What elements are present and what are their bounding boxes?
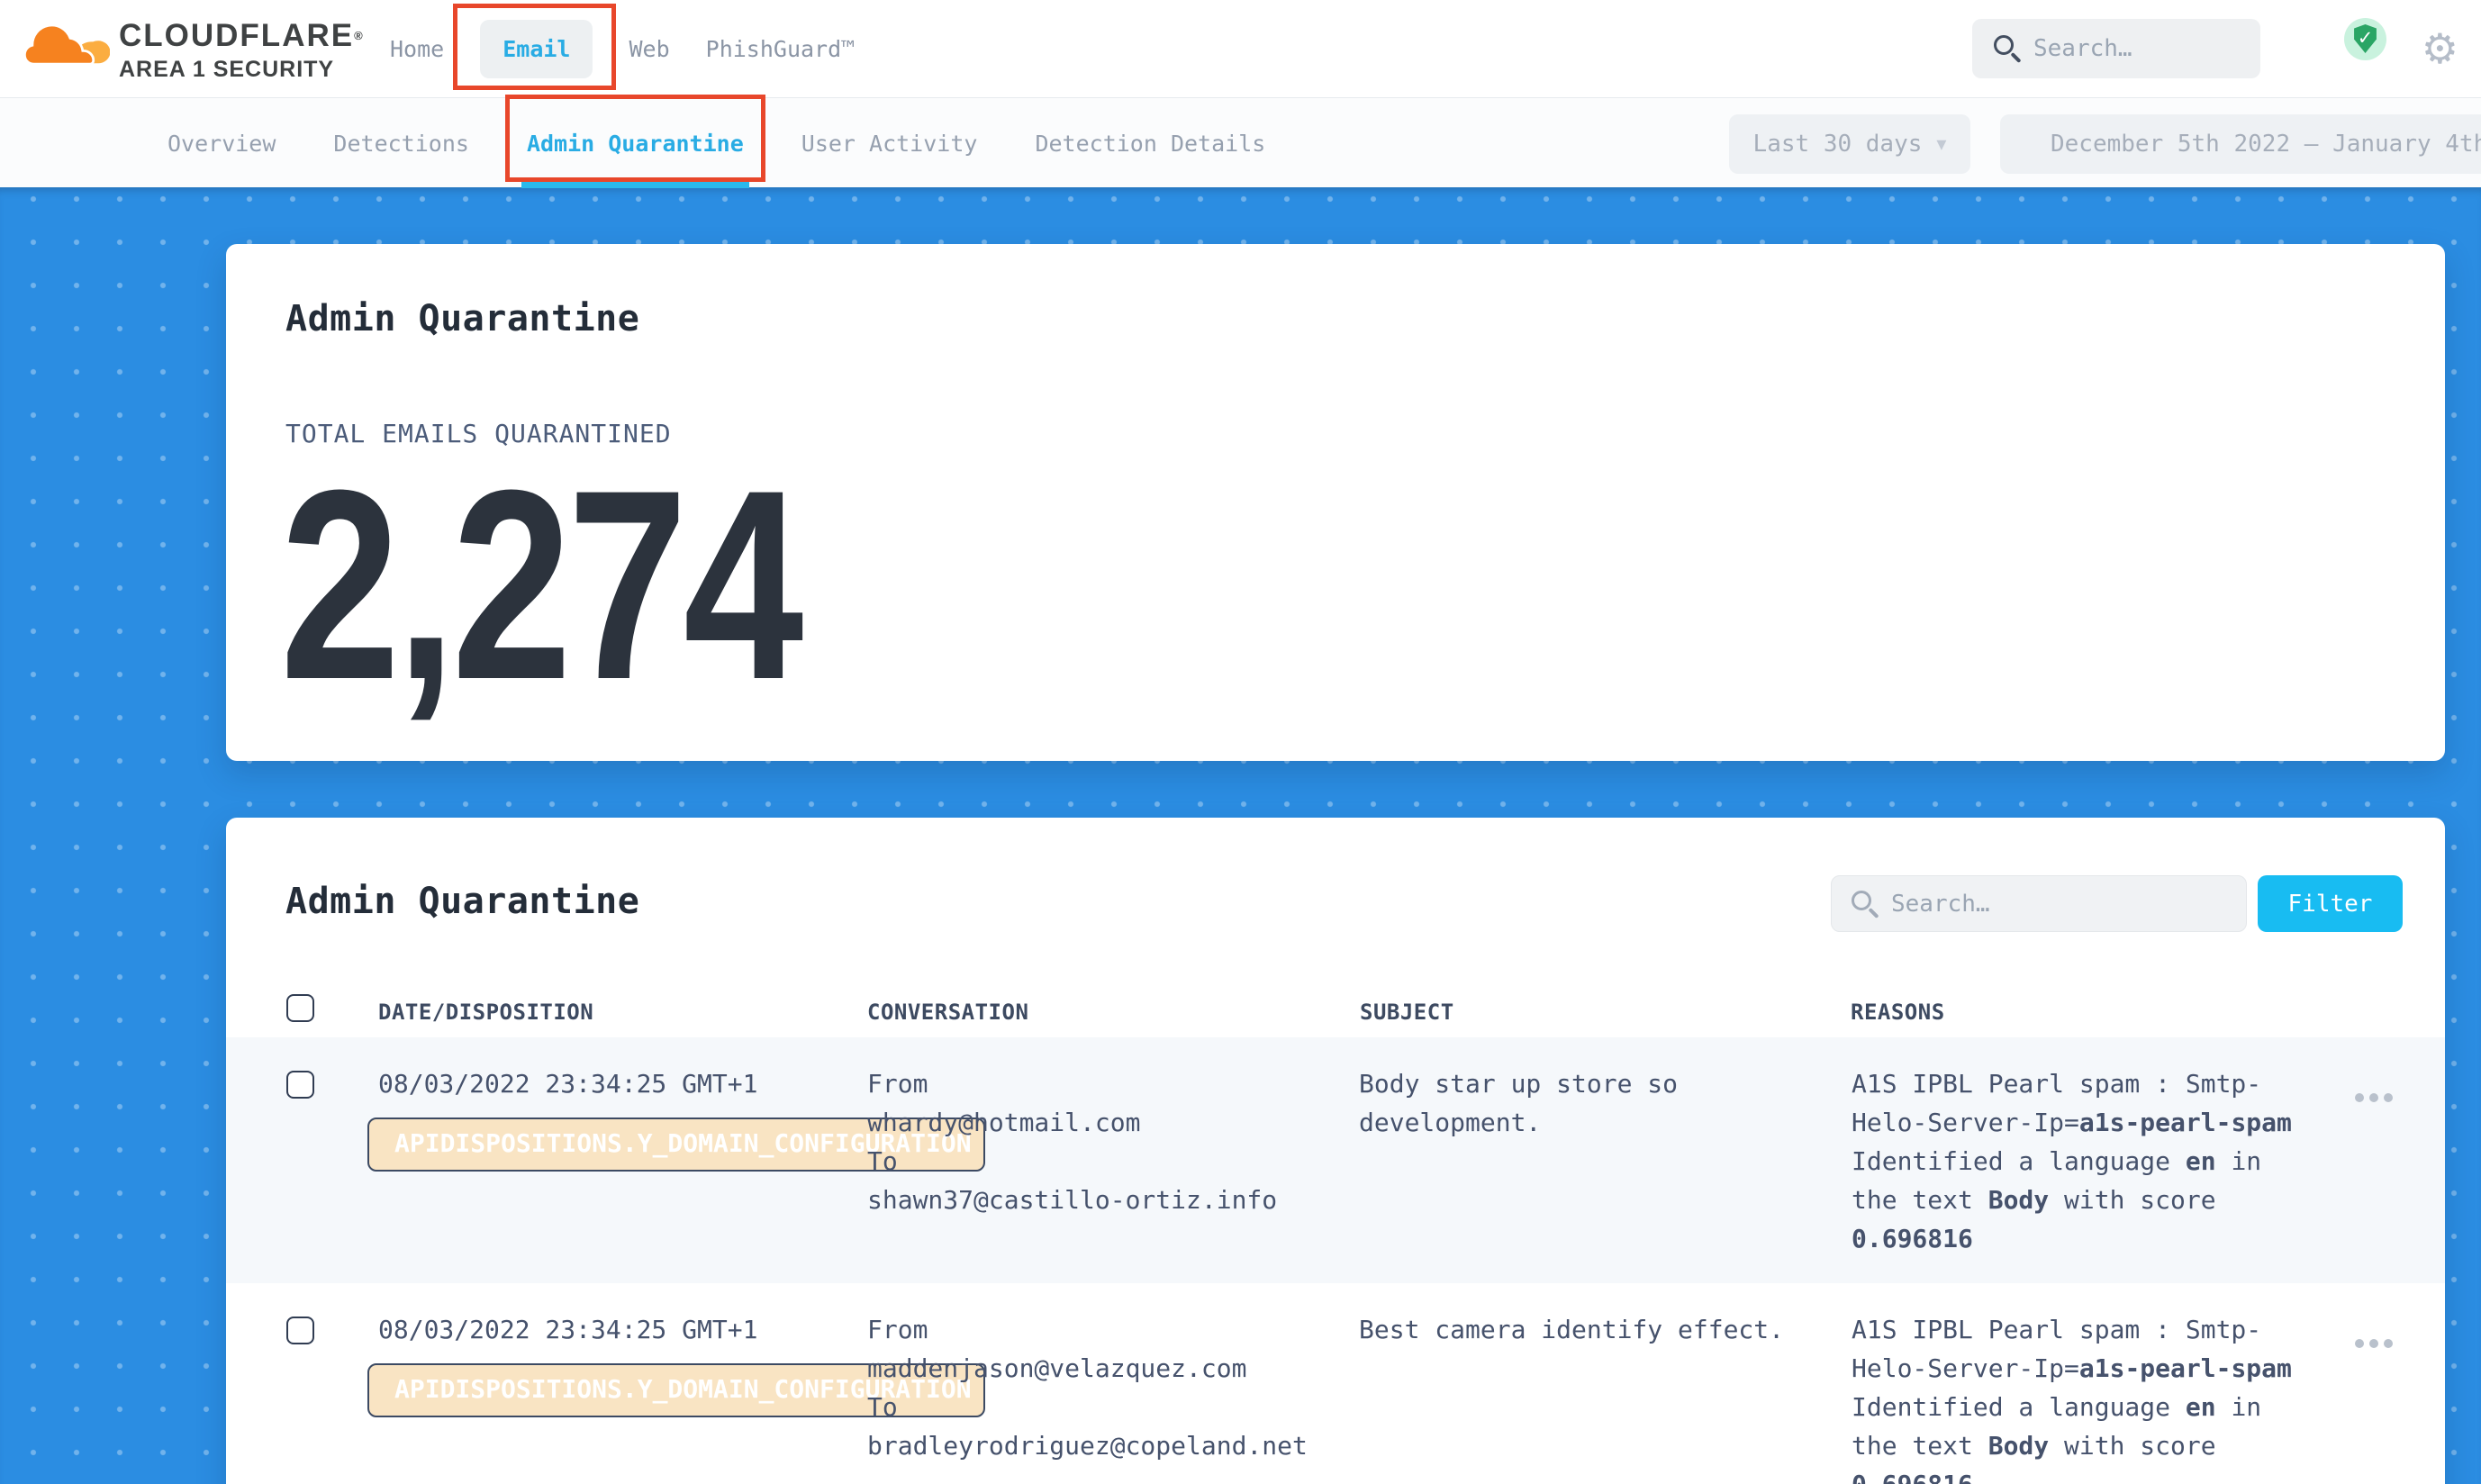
table-row[interactable]: 08/03/2022 23:34:25 GMT+1 APIDISPOSITION…	[226, 1037, 2445, 1283]
date-range-value: December 5th 2022 — January 4th 2023	[2051, 131, 2481, 158]
row-reasons: A1S IPBL Pearl spam : Smtp-Helo-Server-I…	[1852, 1310, 2302, 1484]
row-checkbox[interactable]	[286, 1071, 314, 1099]
select-all-checkbox[interactable]	[286, 994, 314, 1022]
cloudflare-wordmark: CLOUDFLARE® AREA 1 SECURITY	[119, 7, 365, 83]
main-content: Admin Quarantine TOTAL EMAILS QUARANTINE…	[0, 187, 2481, 1484]
row-subject: Body star up store so development.	[1359, 1064, 1809, 1142]
settings-gear-icon[interactable]: ⚙	[2422, 28, 2458, 69]
search-icon	[1992, 33, 2023, 64]
table-header-row: DATE/DISPOSITION CONVERSATION SUBJECT RE…	[226, 989, 2445, 1037]
from-address: whardy@hotmail.com	[867, 1103, 1354, 1142]
tab-overview[interactable]: Overview	[168, 131, 276, 157]
tab-admin-quarantine[interactable]: Admin Quarantine	[527, 131, 744, 157]
page: CLOUDFLARE® AREA 1 SECURITY Home Email W…	[0, 0, 2481, 1484]
column-header-reasons: REASONS	[1851, 1000, 1945, 1025]
nav-web[interactable]: Web	[629, 36, 669, 62]
date-range-preset-dropdown[interactable]: Last 30 days ▾	[1729, 114, 1970, 174]
column-header-subject: SUBJECT	[1360, 1000, 1454, 1025]
brand-tagline: AREA 1 SECURITY	[119, 57, 365, 83]
brand-name: CLOUDFLARE®	[119, 18, 365, 54]
row-date: 08/03/2022 23:34:25 GMT+1	[378, 1064, 757, 1103]
secondary-nav-tabs: Overview Detections Admin Quarantine Use…	[168, 98, 1265, 188]
chevron-down-icon: ▾	[1936, 133, 1946, 156]
global-search-placeholder: Search…	[2033, 35, 2132, 62]
table-search-placeholder: Search…	[1891, 891, 1990, 918]
shield-check-icon: ✓	[2344, 18, 2386, 60]
tab-admin-quarantine-label: Admin Quarantine	[527, 131, 744, 157]
row-conversation: From maddenjason@velazquez.com To bradle…	[867, 1310, 1354, 1465]
top-header: CLOUDFLARE® AREA 1 SECURITY Home Email W…	[0, 0, 2481, 97]
secondary-nav: Overview Detections Admin Quarantine Use…	[0, 97, 2481, 187]
summary-card-title: Admin Quarantine	[285, 298, 639, 339]
tab-detections[interactable]: Detections	[333, 131, 469, 157]
from-address: maddenjason@velazquez.com	[867, 1349, 1354, 1388]
to-label: To	[867, 1388, 1354, 1426]
nav-home[interactable]: Home	[390, 36, 444, 62]
row-checkbox[interactable]	[286, 1317, 314, 1344]
column-header-conversation: CONVERSATION	[867, 1000, 1028, 1025]
filter-button[interactable]: Filter	[2258, 875, 2403, 932]
table-search-input[interactable]: Search…	[1831, 875, 2247, 932]
admin-quarantine-table-card: Admin Quarantine Search… Filter DATE/DIS…	[226, 818, 2445, 1484]
nav-phishguard[interactable]: PhishGuard™	[706, 36, 856, 62]
date-range-preset-label: Last 30 days	[1753, 131, 1923, 158]
protection-status-badge[interactable]: ✓	[2344, 18, 2386, 60]
to-label: To	[867, 1142, 1354, 1181]
row-date: 08/03/2022 23:34:25 GMT+1	[378, 1310, 757, 1349]
admin-quarantine-summary-card: Admin Quarantine TOTAL EMAILS QUARANTINE…	[226, 244, 2445, 761]
row-subject: Best camera identify effect.	[1359, 1310, 1809, 1349]
column-header-date-disposition: DATE/DISPOSITION	[378, 1000, 593, 1025]
table-card-title: Admin Quarantine	[285, 881, 639, 922]
to-address: bradleyrodriguez@copeland.net	[867, 1426, 1354, 1465]
registered-mark: ®	[354, 29, 365, 42]
row-reasons: A1S IPBL Pearl spam : Smtp-Helo-Server-I…	[1852, 1064, 2302, 1258]
tab-detection-details[interactable]: Detection Details	[1035, 131, 1265, 157]
from-label: From	[867, 1064, 1354, 1103]
primary-nav: Home Email Web PhishGuard™	[390, 0, 855, 97]
header-actions: Search… ✓ ⚙	[1941, 0, 2481, 97]
table-row[interactable]: 08/03/2022 23:34:25 GMT+1 APIDISPOSITION…	[226, 1283, 2445, 1484]
date-range-picker[interactable]: December 5th 2022 — January 4th 2023	[2000, 114, 2481, 174]
tab-user-activity[interactable]: User Activity	[801, 131, 978, 157]
nav-email-wrap: Email	[480, 20, 593, 78]
row-conversation: From whardy@hotmail.com To shawn37@casti…	[867, 1064, 1354, 1219]
from-label: From	[867, 1310, 1354, 1349]
table-search-icon	[1850, 889, 1880, 919]
cloudflare-logo[interactable]: CLOUDFLARE® AREA 1 SECURITY	[23, 7, 365, 83]
nav-email[interactable]: Email	[480, 20, 593, 78]
row-actions-ellipsis-icon[interactable]	[2355, 1330, 2409, 1357]
to-address: shawn37@castillo-ortiz.info	[867, 1181, 1354, 1219]
cloudflare-cloud-icon	[23, 16, 110, 72]
global-search-input[interactable]: Search…	[1972, 19, 2260, 78]
total-quarantined-value: 2,274	[280, 449, 800, 719]
row-actions-ellipsis-icon[interactable]	[2355, 1084, 2409, 1111]
